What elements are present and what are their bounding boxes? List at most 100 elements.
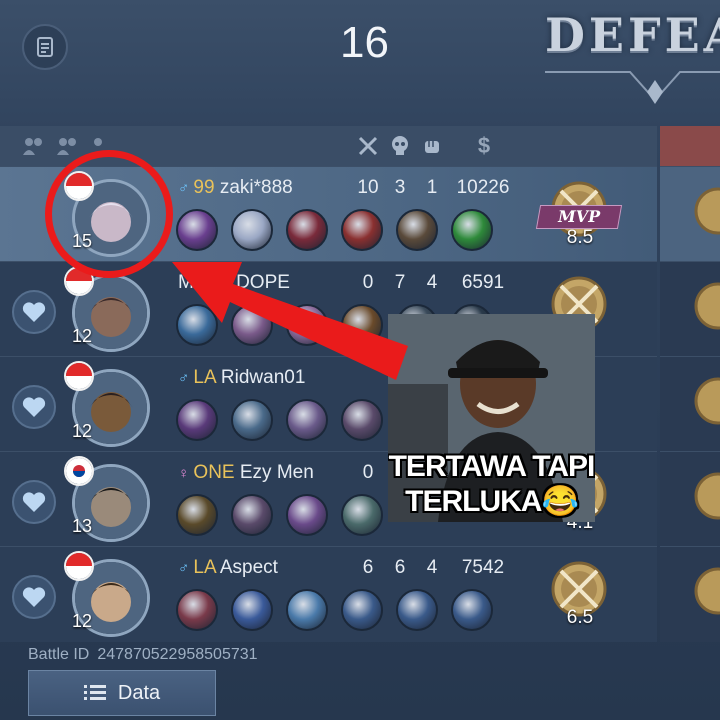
player-row[interactable]: 12 ♂ LA Aspect 6 6 4 7542 6.5 bbox=[0, 546, 657, 642]
team-friends-icon bbox=[56, 134, 80, 158]
enemy-row-partial bbox=[660, 261, 720, 357]
male-icon: ♂ bbox=[178, 370, 194, 387]
item-slot-icon[interactable] bbox=[286, 399, 328, 441]
enemy-medal-icon bbox=[694, 567, 720, 615]
stat-assists: 4 bbox=[426, 272, 438, 293]
item-slot-icon[interactable] bbox=[396, 589, 438, 631]
swords-kills-icon bbox=[356, 134, 380, 158]
item-slot-icon[interactable] bbox=[286, 304, 328, 346]
performance-score: 8.5 bbox=[566, 227, 594, 248]
enemy-row-partial bbox=[660, 166, 720, 262]
fist-assists-icon bbox=[420, 134, 444, 158]
item-slot-icon[interactable] bbox=[286, 209, 328, 251]
stat-gold: 6591 bbox=[461, 272, 505, 293]
heart-icon bbox=[22, 397, 46, 417]
stat-assists: 4 bbox=[426, 557, 438, 578]
skull-deaths-icon bbox=[388, 134, 412, 158]
stat-assists: 1 bbox=[426, 177, 438, 198]
item-slot-icon[interactable] bbox=[341, 209, 383, 251]
squad-tag: LA bbox=[193, 367, 221, 388]
item-slot-icon[interactable] bbox=[341, 494, 383, 536]
team-like-icon bbox=[22, 134, 46, 158]
battle-id-value: 247870522958505731 bbox=[97, 646, 258, 663]
item-slot-icon[interactable] bbox=[286, 589, 328, 631]
item-slot-icon[interactable] bbox=[341, 399, 383, 441]
enemy-medal-icon bbox=[694, 472, 720, 520]
heart-icon bbox=[22, 587, 46, 607]
item-slot-icon[interactable] bbox=[341, 589, 383, 631]
hero-level: 12 bbox=[72, 611, 93, 631]
item-slot-icon[interactable] bbox=[176, 494, 218, 536]
menu-button[interactable] bbox=[22, 24, 68, 70]
player-name-text: Ezy Men bbox=[239, 462, 314, 483]
heart-icon bbox=[22, 302, 46, 322]
like-button[interactable] bbox=[12, 290, 56, 334]
item-slot-icon[interactable] bbox=[176, 589, 218, 631]
player-name-text: Ridwan01 bbox=[220, 367, 306, 388]
data-button[interactable]: Data bbox=[28, 670, 216, 716]
enemy-row-partial bbox=[660, 356, 720, 452]
stat-kills: 6 bbox=[362, 557, 374, 578]
indonesia-flag-icon bbox=[64, 361, 94, 391]
male-icon: ♂ bbox=[178, 560, 194, 577]
mvp-label: MVP bbox=[535, 205, 623, 229]
stat-deaths: 7 bbox=[394, 272, 406, 293]
meme-caption-line1: TERTAWA TAPI bbox=[388, 450, 595, 483]
item-slot-icon[interactable] bbox=[176, 399, 218, 441]
item-slot-icon[interactable] bbox=[231, 209, 273, 251]
player-name[interactable]: Mad ft DOPE bbox=[178, 272, 290, 294]
stat-deaths: 3 bbox=[394, 177, 406, 198]
hero-level: 12 bbox=[72, 326, 93, 346]
enemy-medal-icon bbox=[694, 282, 720, 330]
like-button[interactable] bbox=[12, 575, 56, 619]
item-slot-icon[interactable] bbox=[451, 209, 493, 251]
male-icon: ♂ bbox=[178, 180, 194, 197]
result-banner: DEFEA bbox=[545, 8, 720, 62]
hero-level: 12 bbox=[72, 421, 93, 441]
stat-kills: 0 bbox=[362, 462, 374, 483]
player-name-text: zaki*888 bbox=[219, 177, 293, 198]
enemy-medal-icon bbox=[694, 377, 720, 425]
battle-id-label: Battle ID bbox=[28, 646, 90, 663]
player-name[interactable]: ♀ ONE Ezy Men bbox=[178, 462, 314, 484]
item-slot-icon[interactable] bbox=[231, 304, 273, 346]
korea-flag-icon bbox=[64, 456, 94, 486]
match-result-screen: 16 DEFEA $ 15♂ 99 zaki*888103110226MVP8.… bbox=[0, 0, 720, 720]
stat-kills: 10 bbox=[357, 177, 379, 198]
item-slot-icon[interactable] bbox=[396, 209, 438, 251]
match-score: 16 bbox=[340, 18, 389, 67]
item-slot-icon[interactable] bbox=[176, 304, 218, 346]
item-slot-icon[interactable] bbox=[286, 494, 328, 536]
item-slot-icon[interactable] bbox=[176, 209, 218, 251]
player-name[interactable]: ♂ 99 zaki*888 bbox=[178, 177, 293, 199]
item-slot-icon[interactable] bbox=[341, 304, 383, 346]
item-slot-icon[interactable] bbox=[231, 494, 273, 536]
performance-score: 6.5 bbox=[566, 607, 594, 628]
meme-caption-line2: TERLUKA😂 bbox=[405, 485, 579, 518]
battle-id: Battle ID 247870522958505731 bbox=[28, 646, 258, 664]
banner-ornament-icon bbox=[545, 71, 720, 104]
annotation-circle bbox=[45, 150, 173, 278]
female-icon: ♀ bbox=[178, 465, 194, 482]
item-slot-icon[interactable] bbox=[231, 589, 273, 631]
item-slot-icon[interactable] bbox=[231, 399, 273, 441]
player-name[interactable]: ♂ LA Ridwan01 bbox=[178, 367, 305, 389]
stat-gold: 7542 bbox=[461, 557, 505, 578]
enemy-column-header bbox=[660, 126, 720, 166]
enemy-row-partial bbox=[660, 451, 720, 547]
stat-gold: 10226 bbox=[456, 177, 510, 198]
player-name[interactable]: ♂ LA Aspect bbox=[178, 557, 278, 579]
like-button[interactable] bbox=[12, 385, 56, 429]
enemy-medal-icon bbox=[694, 187, 720, 235]
enemy-row-partial bbox=[660, 546, 720, 642]
squad-tag: ONE bbox=[193, 462, 240, 483]
player-name-text: Aspect bbox=[219, 557, 278, 578]
like-button[interactable] bbox=[12, 480, 56, 524]
stat-kills: 0 bbox=[362, 272, 374, 293]
item-slot-icon[interactable] bbox=[451, 589, 493, 631]
indonesia-flag-icon bbox=[64, 551, 94, 581]
header: 16 DEFEA bbox=[0, 0, 720, 126]
stat-deaths: 6 bbox=[394, 557, 406, 578]
gold-dollar-icon: $ bbox=[477, 133, 491, 158]
clipboard-list-icon bbox=[37, 37, 53, 57]
